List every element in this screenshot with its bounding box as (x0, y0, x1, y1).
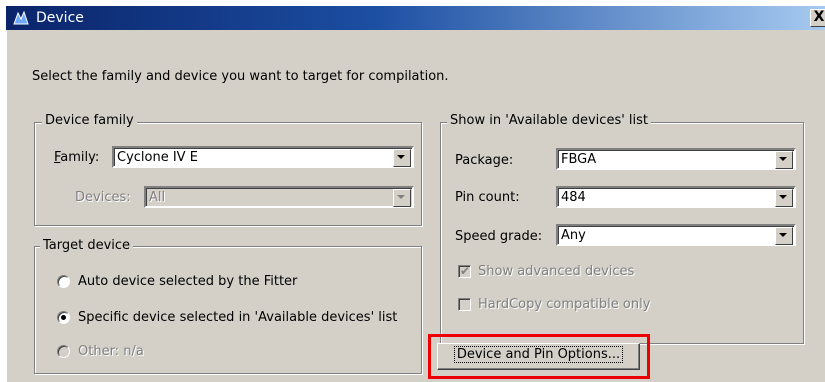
radio-selected-dot (61, 315, 66, 320)
pin-count-dropdown-button[interactable] (775, 189, 793, 207)
speed-grade-label: Speed grade: (455, 229, 543, 244)
chevron-down-icon (397, 195, 405, 199)
radio-other-device-label[interactable]: Other: n/a (78, 343, 144, 361)
chevron-down-icon (779, 157, 787, 161)
title-bar[interactable]: Device X (6, 6, 825, 30)
speed-grade-select[interactable]: Any (556, 224, 796, 246)
close-button[interactable]: X (810, 9, 825, 27)
package-dropdown-button[interactable] (775, 151, 793, 169)
show-advanced-checkbox[interactable]: ✔ (458, 264, 471, 278)
hardcopy-checkbox[interactable] (458, 298, 471, 311)
app-icon (13, 10, 29, 25)
radio-other-device[interactable] (57, 345, 70, 358)
radio-auto-device[interactable] (57, 275, 70, 288)
target-device-legend: Target device (40, 238, 134, 254)
instruction-text: Select the family and device you want to… (32, 69, 449, 84)
device-family-legend: Device family (42, 113, 137, 129)
device-pin-options-button[interactable]: Device and Pin Options... (437, 343, 640, 370)
family-dropdown-button[interactable] (393, 149, 411, 167)
devices-select[interactable]: All (144, 186, 414, 208)
family-value: Cyclone IV E (117, 150, 198, 165)
show-advanced-label[interactable]: Show advanced devices (478, 263, 634, 281)
package-label: Package: (455, 153, 514, 168)
devices-dropdown-button[interactable] (393, 189, 411, 207)
pin-count-value: 484 (561, 190, 586, 205)
hardcopy-label[interactable]: HardCopy compatible only (478, 296, 650, 314)
window-title: Device (36, 10, 84, 26)
speed-grade-value: Any (561, 228, 586, 243)
checkmark-icon: ✔ (460, 264, 471, 278)
radio-specific-device[interactable] (57, 311, 70, 324)
family-label: Family: (54, 150, 100, 165)
radio-specific-device-label[interactable]: Specific device selected in 'Available d… (78, 309, 397, 327)
pin-count-select[interactable]: 484 (556, 186, 796, 208)
devices-label: Devices: (75, 190, 131, 205)
device-family-group (34, 122, 422, 226)
devices-value: All (149, 190, 166, 205)
family-select[interactable]: Cyclone IV E (112, 146, 414, 168)
device-pin-options-label: Device and Pin Options... (453, 346, 624, 363)
close-icon: X (813, 9, 825, 25)
chevron-down-icon (397, 155, 405, 159)
chevron-down-icon (779, 233, 787, 237)
speed-grade-dropdown-button[interactable] (775, 227, 793, 245)
chevron-down-icon (779, 195, 787, 199)
available-devices-filter-legend: Show in 'Available devices' list (447, 113, 652, 129)
package-select[interactable]: FBGA (556, 148, 796, 170)
package-value: FBGA (561, 152, 597, 167)
pin-count-label: Pin count: (455, 190, 520, 205)
radio-auto-device-label[interactable]: Auto device selected by the Fitter (78, 273, 297, 291)
